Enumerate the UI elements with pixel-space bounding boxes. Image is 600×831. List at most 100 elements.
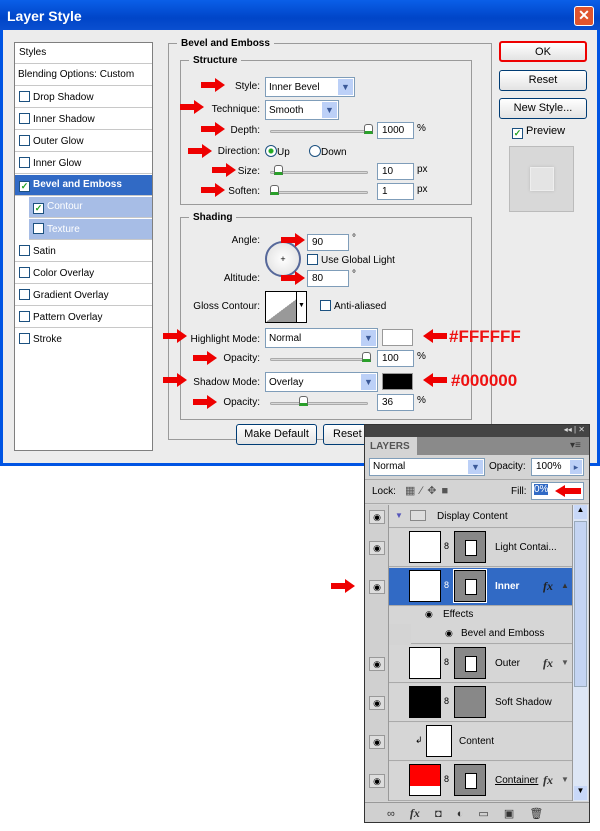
style-bevel-emboss[interactable]: ✓ Bevel and Emboss	[15, 175, 152, 196]
blend-mode-select[interactable]: Normal ▼	[369, 458, 485, 476]
lock-transparent-icon[interactable]: ▦	[405, 485, 420, 497]
expand-effects-icon[interactable]: ▲	[561, 581, 569, 590]
soften-slider[interactable]	[270, 191, 368, 194]
soften-slider-thumb[interactable]	[270, 185, 279, 195]
style-texture[interactable]: Texture	[29, 219, 152, 240]
depth-slider-thumb[interactable]	[364, 124, 373, 134]
checkbox[interactable]	[19, 157, 30, 168]
style-color-overlay[interactable]: Color Overlay	[15, 263, 152, 284]
eye-icon[interactable]: ◉	[369, 774, 385, 788]
anti-aliased-checkbox[interactable]: Anti-aliased	[320, 300, 386, 312]
expand-effects-icon[interactable]: ▼	[561, 775, 569, 784]
shadow-color-swatch[interactable]	[382, 373, 413, 390]
preview-checkbox[interactable]: ✓ Preview	[512, 125, 565, 139]
size-input[interactable]: 10	[377, 163, 414, 180]
technique-select[interactable]: Smooth ▼	[265, 100, 339, 120]
adjustment-layer-icon[interactable]: ◐	[457, 808, 464, 820]
depth-slider[interactable]	[270, 130, 370, 133]
blending-options[interactable]: Blending Options: Custom	[15, 65, 152, 86]
opacity-input[interactable]: 100% ▸	[531, 458, 584, 476]
ok-button[interactable]: OK	[499, 41, 587, 62]
size-slider-thumb[interactable]	[274, 165, 283, 175]
highlight-mode-select[interactable]: Normal ▼	[265, 328, 378, 348]
link-layers-icon[interactable]: ∞	[387, 808, 395, 820]
styles-header[interactable]: Styles	[15, 43, 152, 64]
style-inner-glow[interactable]: Inner Glow	[15, 153, 152, 174]
scrollbar[interactable]: ▲ ▼	[572, 505, 588, 801]
eye-icon[interactable]: ◉	[369, 657, 385, 671]
fx-icon[interactable]: fx	[543, 579, 553, 594]
fx-icon[interactable]: fx	[543, 773, 553, 788]
checkbox[interactable]	[19, 333, 30, 344]
style-outer-glow[interactable]: Outer Glow	[15, 131, 152, 152]
expand-triangle-icon[interactable]: ▼	[395, 511, 403, 520]
gloss-contour-picker[interactable]: ▼	[265, 291, 307, 323]
depth-input[interactable]: 1000	[377, 122, 414, 139]
scroll-down-button[interactable]: ▼	[574, 786, 587, 800]
checkbox-checked[interactable]: ✓	[33, 203, 44, 214]
panel-menu-icon[interactable]: ▾≡	[570, 440, 581, 451]
new-group-icon[interactable]: ▭	[478, 808, 488, 820]
effects-row[interactable]: ◉ Effects	[389, 607, 572, 624]
scroll-thumb[interactable]	[574, 521, 587, 687]
style-contour[interactable]: ✓ Contour	[29, 197, 152, 218]
new-style-button[interactable]: New Style...	[499, 98, 587, 119]
add-mask-icon[interactable]: ◘	[435, 808, 442, 820]
highlight-opacity-slider[interactable]	[270, 358, 368, 361]
checkbox-checked[interactable]: ✓	[19, 181, 30, 192]
direction-up-radio[interactable]: Up	[265, 145, 290, 158]
eye-icon[interactable]: ◉	[369, 510, 385, 524]
style-satin[interactable]: Satin	[15, 241, 152, 262]
direction-down-radio[interactable]: Down	[309, 145, 347, 158]
style-pattern-overlay[interactable]: Pattern Overlay	[15, 307, 152, 328]
angle-input[interactable]: 90	[307, 234, 349, 251]
layer-row[interactable]: 8 Soft Shadow	[389, 684, 572, 722]
tab-layers[interactable]: LAYERS	[365, 437, 417, 456]
lock-move-icon[interactable]: ✥	[427, 485, 441, 497]
eye-icon[interactable]: ◉	[369, 541, 385, 555]
make-default-button[interactable]: Make Default	[236, 424, 317, 445]
scroll-up-button[interactable]: ▲	[574, 505, 587, 519]
delete-layer-icon[interactable]: 🗑	[529, 808, 543, 820]
close-button[interactable]: ✕	[574, 6, 594, 26]
reset-button[interactable]: Reset	[499, 70, 587, 91]
size-slider[interactable]	[270, 171, 368, 174]
checkbox[interactable]	[19, 289, 30, 300]
layer-row-selected[interactable]: 8 Inner fx ▲	[389, 568, 572, 606]
highlight-opacity-thumb[interactable]	[362, 352, 371, 362]
highlight-color-swatch[interactable]	[382, 329, 413, 346]
eye-icon[interactable]: ◉	[369, 580, 385, 594]
angle-dial[interactable]: +	[265, 241, 301, 277]
checkbox[interactable]	[19, 113, 30, 124]
shadow-opacity-slider[interactable]	[270, 402, 368, 405]
checkbox[interactable]	[19, 135, 30, 146]
layer-row[interactable]: 8 Container fx ▼	[389, 762, 572, 801]
altitude-input[interactable]: 80	[307, 270, 349, 287]
checkbox-checked[interactable]: ✓	[512, 128, 523, 139]
highlight-opacity-input[interactable]: 100	[377, 350, 414, 367]
layer-row[interactable]: 8 Outer fx ▼	[389, 645, 572, 683]
lock-all-icon[interactable]: ■	[441, 485, 453, 497]
style-drop-shadow[interactable]: Drop Shadow	[15, 87, 152, 108]
checkbox[interactable]	[19, 311, 30, 322]
arrow-right-icon[interactable]: ▸	[570, 460, 582, 474]
checkbox[interactable]	[307, 254, 318, 265]
eye-icon[interactable]: ◉	[445, 628, 453, 639]
style-gradient-overlay[interactable]: Gradient Overlay	[15, 285, 152, 306]
checkbox[interactable]	[19, 245, 30, 256]
eye-icon[interactable]: ◉	[425, 609, 433, 620]
checkbox[interactable]	[19, 267, 30, 278]
eye-icon[interactable]: ◉	[369, 735, 385, 749]
fx-icon[interactable]: fx	[543, 656, 553, 671]
checkbox[interactable]	[33, 223, 44, 234]
layer-row-group[interactable]: ▼ Display Content	[389, 505, 572, 528]
add-style-icon[interactable]: fx	[410, 806, 420, 820]
style-stroke[interactable]: Stroke	[15, 329, 152, 350]
radio-selected[interactable]	[265, 145, 277, 157]
checkbox[interactable]	[320, 300, 331, 311]
new-layer-icon[interactable]: ▣	[504, 808, 514, 820]
radio[interactable]	[309, 145, 321, 157]
expand-effects-icon[interactable]: ▼	[561, 658, 569, 667]
style-inner-shadow[interactable]: Inner Shadow	[15, 109, 152, 130]
eye-icon[interactable]: ◉	[369, 696, 385, 710]
